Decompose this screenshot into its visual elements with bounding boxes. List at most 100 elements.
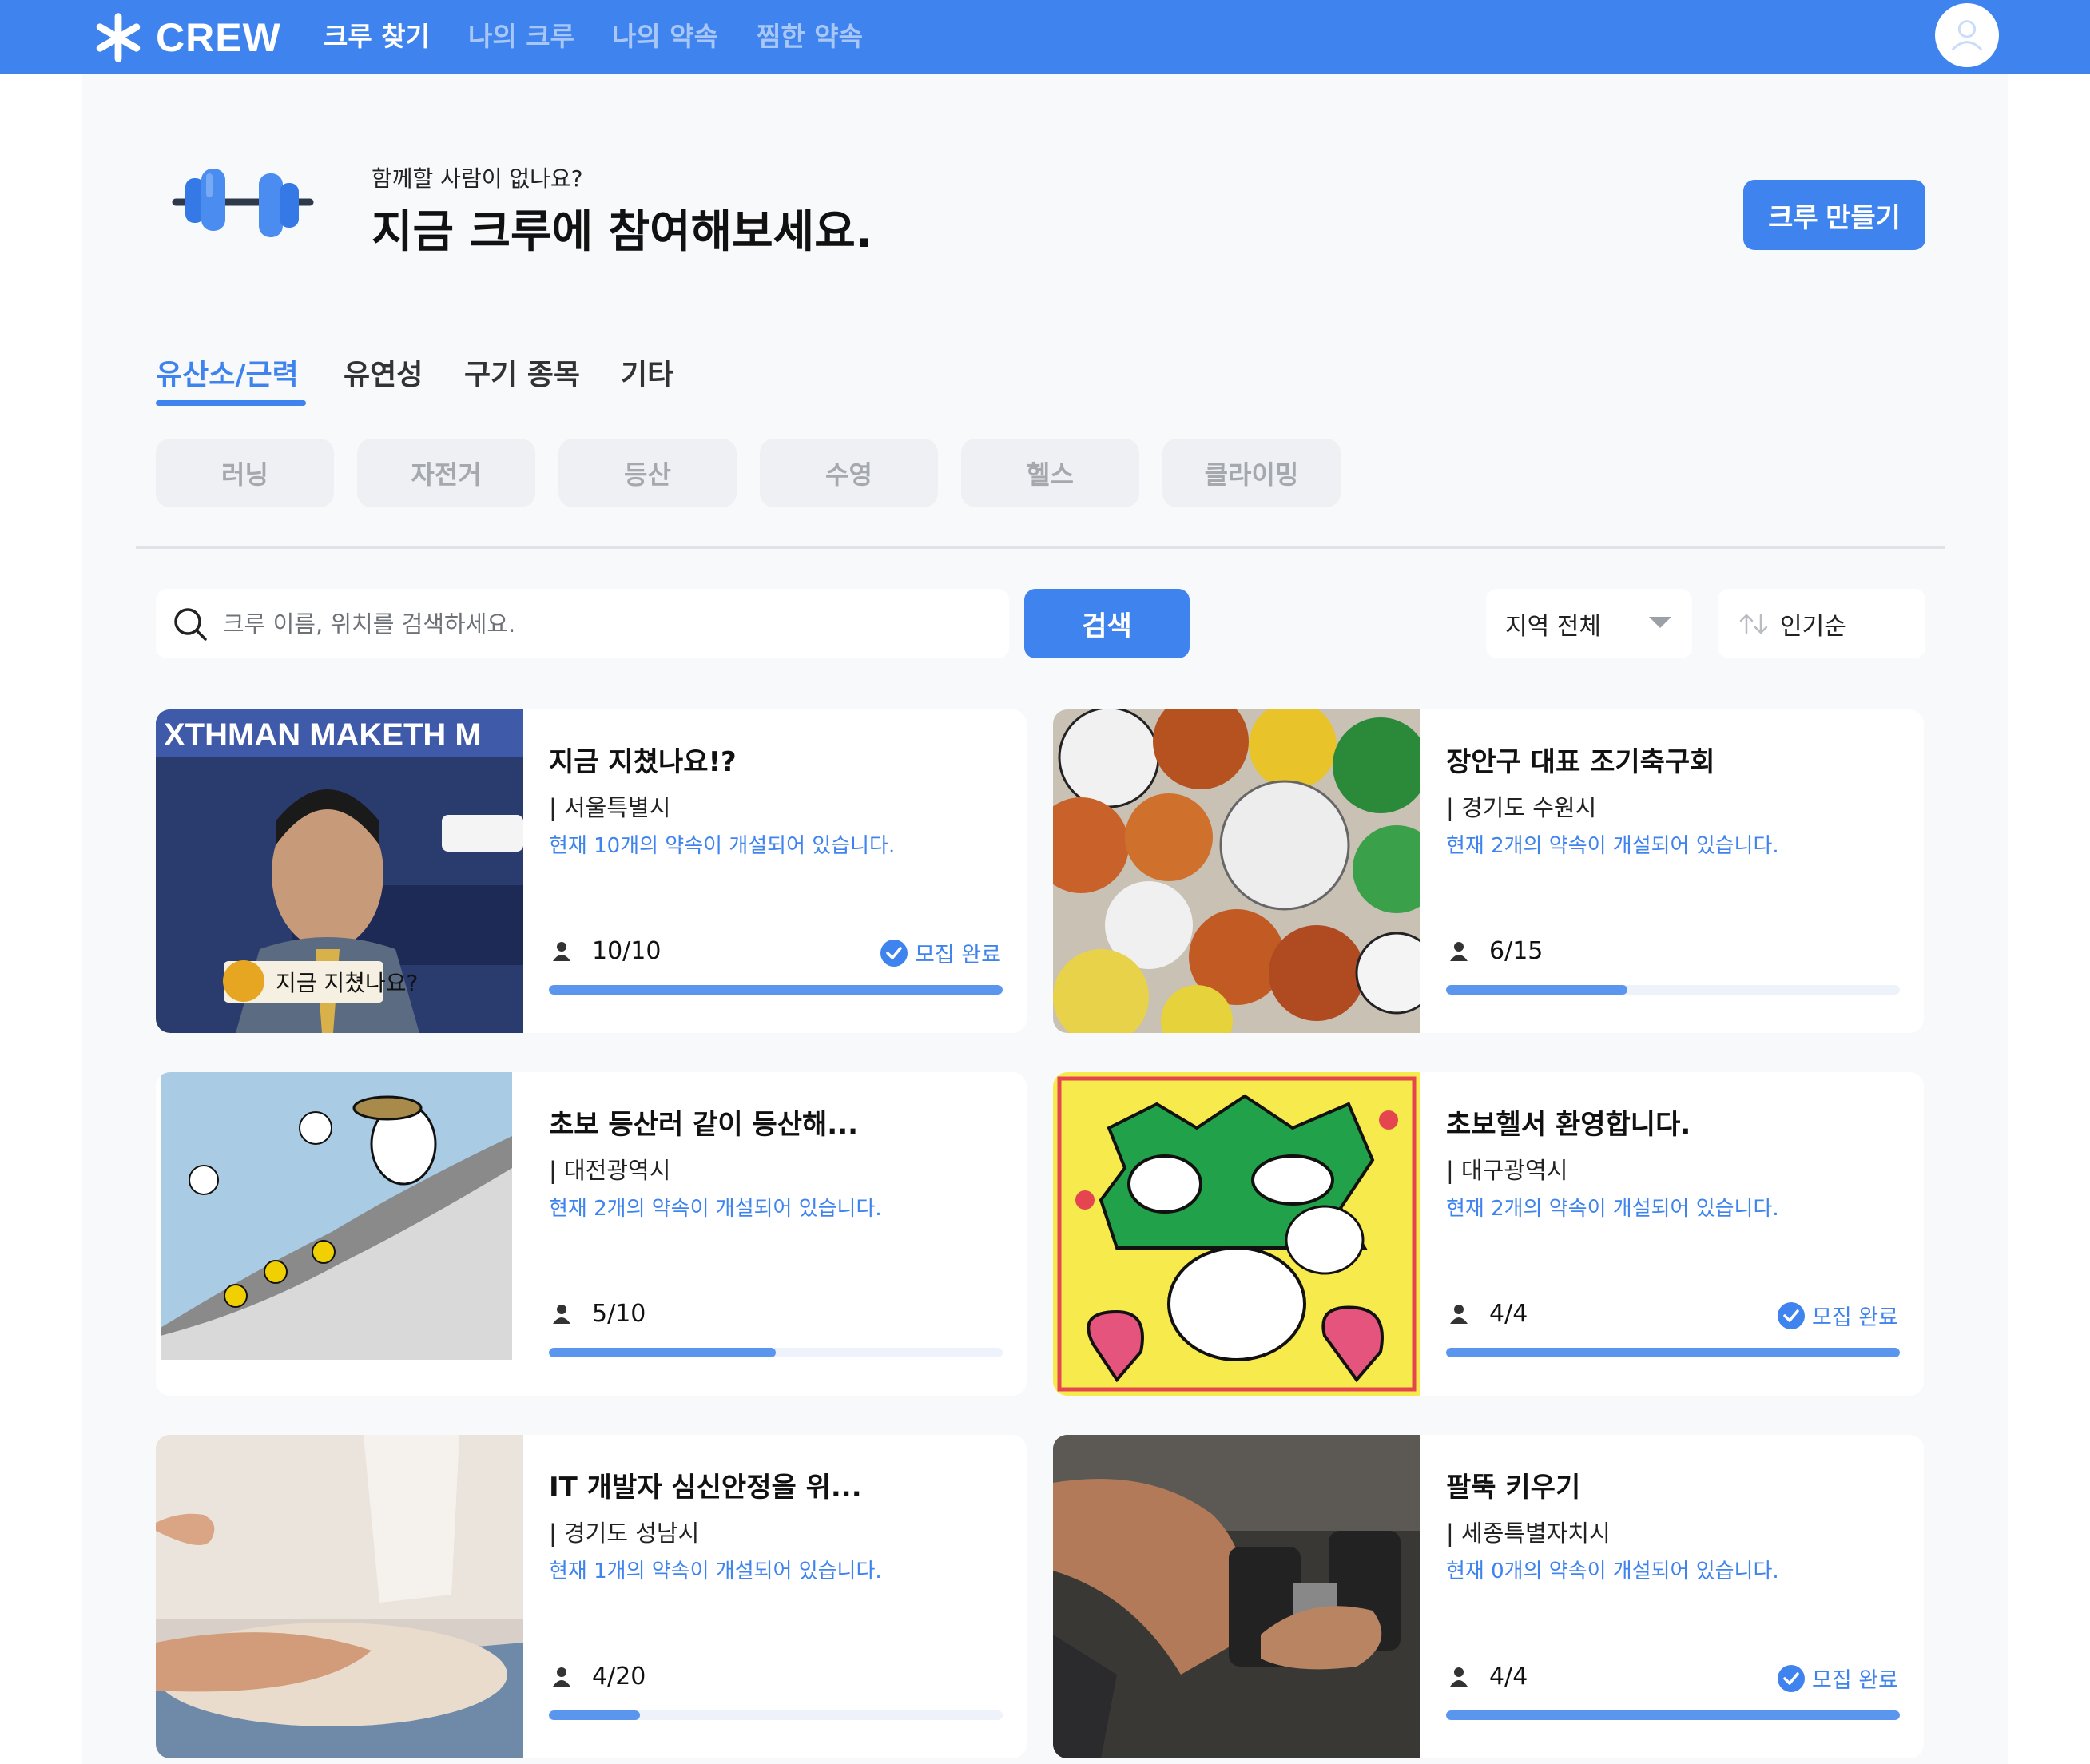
crew-card-image [1053, 709, 1420, 1033]
check-circle-icon [1778, 1664, 1806, 1692]
chip-running[interactable]: 러닝 [156, 439, 334, 507]
person-icon [553, 1667, 570, 1687]
active-tab-indicator [156, 400, 306, 406]
yoga-image [156, 1435, 523, 1758]
snoopy-hiking-image [156, 1072, 523, 1396]
meme-caption: 지금 지쳤나요? [276, 970, 418, 996]
nav-liked-appointments[interactable]: 찜한 약속 [757, 0, 863, 69]
chip-cycling[interactable]: 자전거 [357, 439, 535, 507]
member-progress-fill [549, 1348, 776, 1357]
crew-appointment-count: 현재 2개의 약속이 개설되어 있습니다. [549, 1197, 882, 1221]
person-icon [1450, 1667, 1468, 1687]
crew-location: | 서울특별시 [549, 794, 671, 821]
tab-flexibility[interactable]: 유연성 [344, 352, 423, 393]
person-icon [1450, 1304, 1468, 1324]
tab-etc[interactable]: 기타 [621, 352, 673, 393]
crew-card-image [1053, 1435, 1420, 1758]
crew-title: 초보 등산러 같이 등산해... [549, 1109, 859, 1141]
crew-appointment-count: 현재 2개의 약속이 개설되어 있습니다. [1446, 834, 1779, 858]
create-crew-button[interactable]: 크루 만들기 [1743, 180, 1925, 250]
hero-subtitle: 함께할 사람이 없나요? [372, 165, 583, 192]
nav-find-crew[interactable]: 크루 찾기 [324, 0, 430, 69]
recruit-status-text: 모집 완료 [1812, 1305, 1898, 1330]
crew-title: IT 개발자 심신안정을 위... [549, 1472, 862, 1504]
recruit-status-text: 모집 완료 [1812, 1668, 1898, 1693]
person-icon [553, 941, 570, 961]
sort-arrows-icon [1739, 614, 1768, 634]
meme-image: XTHMAN MAKETH M 지금 지쳤나요? [156, 709, 523, 1033]
crew-location: | 대전광역시 [549, 1157, 671, 1184]
crew-title: 장안구 대표 조기축구회 [1446, 746, 1715, 778]
search-box [156, 589, 1009, 658]
crew-card[interactable]: XTHMAN MAKETH M 지금 지쳤나요? 지금 지쳤나요!? | 서울특… [156, 709, 1027, 1033]
crew-title: 초보헬서 환영합니다. [1446, 1109, 1691, 1141]
check-circle-icon [1778, 1301, 1806, 1329]
crew-card-image [156, 1072, 523, 1396]
crew-member-count: 6/15 [1446, 937, 1543, 965]
svg-text:XTHMAN MAKETH M: XTHMAN MAKETH M [164, 717, 482, 753]
crew-card[interactable]: 팔뚝 키우기 | 세종특별자치시 현재 0개의 약속이 개설되어 있습니다. 4… [1053, 1435, 1924, 1758]
crew-title: 지금 지쳤나요!? [549, 746, 737, 778]
member-progress-bar [1446, 1348, 1900, 1357]
logo-text: CREW [156, 15, 281, 60]
crew-location: | 세종특별자치시 [1446, 1520, 1611, 1547]
hero-title: 지금 크루에 참여해보세요. [372, 206, 872, 258]
recruit-status-text: 모집 완료 [915, 943, 1001, 967]
crew-card[interactable]: 초보헬서 환영합니다. | 대구광역시 현재 2개의 약속이 개설되어 있습니다… [1053, 1072, 1924, 1396]
search-input[interactable] [223, 610, 990, 638]
member-progress-fill [1446, 1710, 1900, 1720]
chip-climbing[interactable]: 클라이밍 [1162, 439, 1341, 507]
nav-my-crew[interactable]: 나의 크루 [468, 0, 574, 69]
member-progress-bar [1446, 1710, 1900, 1720]
sort-select[interactable]: 인기순 [1718, 589, 1925, 658]
member-progress-fill [549, 1710, 640, 1720]
nav-my-appointments[interactable]: 나의 약속 [612, 0, 718, 69]
region-select[interactable]: 지역 전체 [1486, 589, 1692, 658]
chevron-down-icon [1649, 617, 1671, 628]
crew-logo[interactable]: CREW [92, 10, 281, 66]
member-count-text: 5/10 [592, 1300, 646, 1328]
crew-member-count: 10/10 [549, 937, 661, 965]
member-progress-fill [1446, 1348, 1900, 1357]
recruit-status-badge: 모집 완료 [1777, 1300, 1898, 1331]
crew-title: 팔뚝 키우기 [1446, 1472, 1581, 1504]
sports-balls-image [1053, 709, 1420, 1033]
chip-gym[interactable]: 헬스 [961, 439, 1139, 507]
cartoon-cat-image [1053, 1072, 1420, 1396]
member-progress-fill [549, 985, 1003, 995]
user-avatar-icon [1952, 20, 1982, 50]
crew-card-image [156, 1435, 523, 1758]
crew-card[interactable]: 장안구 대표 조기축구회 | 경기도 수원시 현재 2개의 약속이 개설되어 있… [1053, 709, 1924, 1033]
chip-hiking[interactable]: 등산 [558, 439, 737, 507]
crew-appointment-count: 현재 2개의 약속이 개설되어 있습니다. [1446, 1197, 1779, 1221]
crew-location: | 경기도 수원시 [1446, 794, 1597, 821]
member-count-text: 6/15 [1489, 937, 1544, 965]
crew-appointment-count: 현재 0개의 약속이 개설되어 있습니다. [1446, 1559, 1779, 1583]
profile-avatar-button[interactable] [1935, 3, 1999, 67]
crew-member-count: 4/20 [549, 1663, 646, 1690]
search-button[interactable]: 검색 [1024, 589, 1190, 658]
tab-ball-sports[interactable]: 구기 종목 [464, 352, 580, 393]
check-circle-icon [880, 939, 908, 967]
crew-card-image: XTHMAN MAKETH M 지금 지쳤나요? [156, 709, 523, 1033]
recruit-status-badge: 모집 완료 [1777, 1663, 1898, 1694]
crew-member-count: 4/4 [1446, 1300, 1528, 1328]
top-navigation-bar: CREW 크루 찾기 나의 크루 나의 약속 찜한 약속 [0, 0, 2090, 74]
dumbbell-icon [172, 169, 314, 237]
crew-card[interactable]: 초보 등산러 같이 등산해... | 대전광역시 현재 2개의 약속이 개설되어… [156, 1072, 1027, 1396]
member-count-text: 10/10 [592, 937, 662, 965]
chip-swimming[interactable]: 수영 [760, 439, 938, 507]
dumbbell-workout-image [1053, 1435, 1420, 1758]
person-icon [1450, 941, 1468, 961]
crew-card[interactable]: IT 개발자 심신안정을 위... | 경기도 성남시 현재 1개의 약속이 개… [156, 1435, 1027, 1758]
region-select-value: 지역 전체 [1505, 612, 1601, 641]
asterisk-logo-icon [96, 13, 141, 62]
member-progress-bar [549, 1710, 1003, 1720]
crew-appointment-count: 현재 10개의 약속이 개설되어 있습니다. [549, 834, 896, 858]
section-divider [136, 546, 1945, 549]
person-icon [553, 1304, 570, 1324]
member-progress-bar [549, 1348, 1003, 1357]
crew-card-image [1053, 1072, 1420, 1396]
member-progress-bar [1446, 985, 1900, 995]
tab-cardio-strength[interactable]: 유산소/근력 [156, 352, 299, 393]
